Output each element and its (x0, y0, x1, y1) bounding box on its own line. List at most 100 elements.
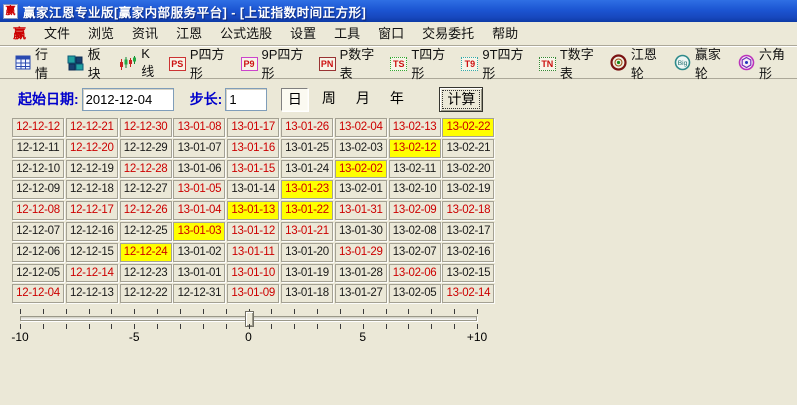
slider-label: -5 (129, 330, 140, 344)
toolbar-kline-label: K线 (141, 46, 158, 80)
date-cell: 12-12-07 (12, 222, 64, 241)
date-cell: 13-02-18 (442, 201, 494, 220)
date-cell: 12-12-10 (12, 160, 64, 179)
date-cell: 13-02-01 (335, 180, 387, 199)
date-cell: 13-01-24 (281, 160, 333, 179)
toolbar-p-square-button[interactable]: PSP四方形 (164, 42, 236, 84)
slider-tick (431, 309, 432, 314)
date-cell: 13-01-22 (281, 201, 333, 220)
period-option-year[interactable]: 年 (383, 88, 410, 111)
winner-wheel-icon: Big (674, 54, 691, 71)
date-cell: 13-01-17 (227, 118, 279, 137)
toolbar-9t-square-button[interactable]: T99T四方形 (456, 42, 533, 84)
period-option-day[interactable]: 日 (281, 88, 308, 111)
date-cell: 13-01-18 (281, 284, 333, 303)
candlestick-icon (119, 55, 137, 71)
date-cell: 12-12-24 (120, 243, 172, 262)
date-cell: 13-01-26 (281, 118, 333, 137)
step-input[interactable] (225, 88, 267, 111)
date-cell: 12-12-11 (12, 139, 64, 158)
toolbar-9t-square-label: 9T四方形 (482, 44, 527, 82)
date-cell: 13-02-17 (442, 222, 494, 241)
slider-tick (477, 324, 478, 329)
date-cell: 13-01-29 (335, 243, 387, 262)
slider-tick (340, 324, 341, 329)
toolbar-winner-wheel-button[interactable]: Big赢家轮 (669, 42, 733, 84)
date-cell: 13-01-11 (227, 243, 279, 262)
toolbar-kline-button[interactable]: K线 (114, 44, 164, 82)
date-cell: 13-02-12 (389, 139, 441, 158)
calculate-button[interactable]: 计算 (439, 87, 483, 112)
parameter-form: 起始日期: 步长: 日周月年 计算 (0, 84, 797, 114)
slider-tick (20, 309, 21, 314)
date-cell: 13-01-08 (173, 118, 225, 137)
date-cell: 13-02-20 (442, 160, 494, 179)
date-cell: 13-02-09 (389, 201, 441, 220)
date-cell: 12-12-18 (66, 180, 118, 199)
date-cell: 12-12-29 (120, 139, 172, 158)
date-cell: 13-01-06 (173, 160, 225, 179)
start-date-input[interactable] (82, 88, 174, 111)
toolbar-p-number-table-button[interactable]: PNP数字表 (314, 42, 386, 84)
date-cell: 13-01-03 (173, 222, 225, 241)
slider-tick (111, 309, 112, 314)
date-cell: 12-12-28 (120, 160, 172, 179)
toolbar-t-square-button[interactable]: TST四方形 (385, 42, 456, 84)
date-cell: 12-12-15 (66, 243, 118, 262)
toolbar-hexagon-button[interactable]: 六角形 (733, 42, 797, 84)
date-cell: 13-01-05 (173, 180, 225, 199)
date-cell: 13-01-21 (281, 222, 333, 241)
time-square-grid: 12-12-1212-12-2112-12-3013-01-0813-01-17… (12, 118, 494, 303)
period-options: 日周月年 (281, 88, 417, 111)
slider-tick (157, 309, 158, 314)
date-cell: 12-12-05 (12, 264, 64, 283)
toolbar-9p-square-button[interactable]: P99P四方形 (236, 42, 314, 84)
slider-label: +10 (467, 330, 487, 344)
slider-tick (203, 309, 204, 314)
toolbar-p-number-table-label: P数字表 (340, 44, 380, 82)
date-cell: 12-12-06 (12, 243, 64, 262)
toolbar-hexagon-label: 六角形 (759, 44, 791, 82)
date-cell: 13-01-07 (173, 139, 225, 158)
slider-tick (454, 309, 455, 314)
toolbar-quotes-button[interactable]: 行情 (10, 42, 62, 84)
toolbar-gann-wheel-button[interactable]: 江恩轮 (605, 42, 669, 84)
date-cell: 12-12-16 (66, 222, 118, 241)
date-cell: 13-02-19 (442, 180, 494, 199)
slider-tick (386, 309, 387, 314)
date-cell: 12-12-20 (66, 139, 118, 158)
date-cell: 13-01-27 (335, 284, 387, 303)
slider-tick (386, 324, 387, 329)
date-cell: 13-01-01 (173, 264, 225, 283)
date-cell: 13-01-04 (173, 201, 225, 220)
menu-item-news[interactable]: 资讯 (123, 23, 167, 45)
date-cell: 13-02-03 (335, 139, 387, 158)
period-option-week[interactable]: 周 (315, 88, 342, 111)
toolbar-t-number-table-button[interactable]: TNT数字表 (534, 42, 605, 84)
date-cell: 13-02-06 (389, 264, 441, 283)
date-cell: 13-02-14 (442, 284, 494, 303)
app-logo-icon: 赢 (3, 4, 18, 19)
slider-tick (180, 324, 181, 329)
date-cell: 12-12-31 (173, 284, 225, 303)
toolbar-sectors-button[interactable]: 板块 (62, 42, 115, 84)
hexagon-icon (738, 54, 755, 71)
slider-tick (226, 324, 227, 329)
date-cell: 12-12-17 (66, 201, 118, 220)
date-cell: 12-12-26 (120, 201, 172, 220)
slider-tick (20, 324, 21, 329)
step-label: 步长: (190, 89, 223, 109)
date-cell: 12-12-13 (66, 284, 118, 303)
offset-slider[interactable]: -10-505+10 (20, 307, 477, 347)
period-option-month[interactable]: 月 (349, 88, 376, 111)
toolbar-quotes-label: 行情 (35, 44, 56, 82)
date-cell: 13-01-28 (335, 264, 387, 283)
date-cell: 12-12-04 (12, 284, 64, 303)
slider-tick (157, 324, 158, 329)
slider-labels: -10-505+10 (20, 330, 477, 344)
date-cell: 13-01-23 (281, 180, 333, 199)
date-cell: 13-01-02 (173, 243, 225, 262)
date-cell: 13-02-22 (442, 118, 494, 137)
date-cell: 13-01-25 (281, 139, 333, 158)
toolbar-9p-square-label: 9P四方形 (262, 44, 308, 82)
